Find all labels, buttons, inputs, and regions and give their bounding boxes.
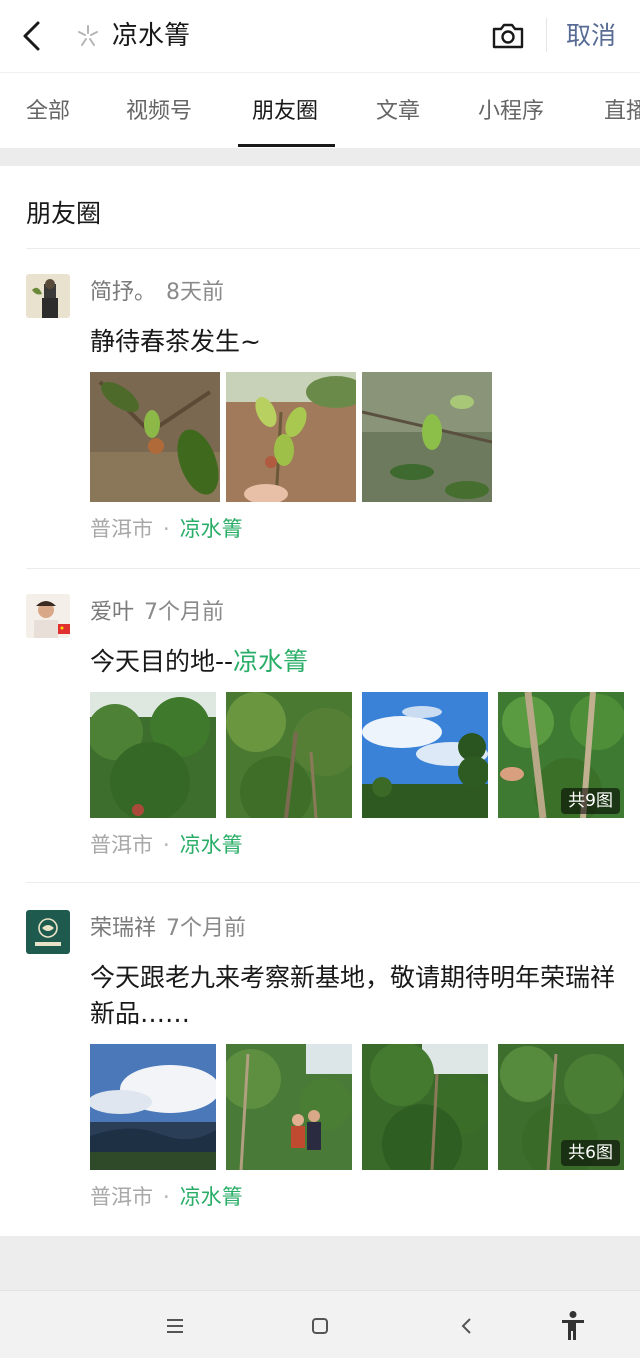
location-separator: · bbox=[163, 1185, 170, 1209]
section-gap bbox=[0, 148, 640, 166]
header-divider bbox=[546, 18, 547, 52]
post-images: 共9图 bbox=[90, 692, 628, 822]
post-location: 普洱市 · 凉水箐 bbox=[90, 1182, 243, 1212]
image-count-badge: 共6图 bbox=[561, 1140, 620, 1166]
post-location: 普洱市 · 凉水箐 bbox=[90, 830, 243, 860]
post-time: 7个月前 bbox=[166, 916, 247, 941]
back-button[interactable] bbox=[12, 14, 52, 58]
post-meta: 简抒。 8天前 bbox=[90, 278, 224, 308]
place-tag[interactable]: 凉水箐 bbox=[180, 833, 243, 857]
divider bbox=[26, 568, 640, 569]
post-text-body: 静待春茶发生~ bbox=[90, 327, 261, 356]
system-back-button[interactable] bbox=[449, 1309, 483, 1343]
image-count-badge: 共9图 bbox=[561, 788, 620, 814]
location-city: 普洱市 bbox=[90, 1185, 153, 1209]
back-chevron-icon bbox=[461, 1318, 471, 1334]
post-meta: 爱叶 7个月前 bbox=[90, 598, 224, 628]
home-square-icon bbox=[312, 1318, 328, 1334]
system-nav-bar bbox=[0, 1290, 640, 1358]
tab-moments[interactable]: 朋友圈 bbox=[252, 97, 318, 127]
menu-icon bbox=[167, 1319, 183, 1333]
search-header: 凉水箐 取消 bbox=[0, 0, 640, 72]
search-icon bbox=[78, 25, 98, 46]
tab-all[interactable]: 全部 bbox=[26, 97, 70, 127]
avatar[interactable] bbox=[26, 910, 70, 954]
accessibility-icon bbox=[562, 1311, 584, 1340]
post-text-highlight: 凉水箐 bbox=[233, 647, 309, 676]
author-name[interactable]: 荣瑞祥 bbox=[90, 916, 156, 941]
post-image[interactable] bbox=[362, 1044, 492, 1174]
post-image[interactable]: 共9图 bbox=[498, 692, 628, 822]
location-separator: · bbox=[163, 833, 170, 857]
accessibility-button[interactable] bbox=[556, 1309, 590, 1343]
tab-live[interactable]: 直播 bbox=[604, 97, 640, 127]
section-title: 朋友圈 bbox=[26, 199, 102, 228]
post-image[interactable] bbox=[226, 372, 356, 502]
post-images bbox=[90, 372, 492, 502]
avatar[interactable] bbox=[26, 274, 70, 318]
tab-mini-programs[interactable]: 小程序 bbox=[478, 97, 544, 127]
cancel-button[interactable]: 取消 bbox=[566, 18, 616, 54]
post-text-body: 今天目的地-- bbox=[90, 647, 234, 676]
divider bbox=[26, 882, 640, 883]
avatar[interactable] bbox=[26, 594, 70, 638]
post-meta: 荣瑞祥 7个月前 bbox=[90, 914, 246, 944]
place-tag[interactable]: 凉水箐 bbox=[180, 1185, 243, 1209]
post-text: 今天跟老九来考察新基地，敬请期待明年荣瑞祥新品…… bbox=[90, 960, 620, 1032]
post-time: 8天前 bbox=[166, 280, 225, 305]
post-text: 静待春茶发生~ bbox=[90, 324, 620, 360]
post-location: 普洱市 · 凉水箐 bbox=[90, 514, 243, 544]
active-tab-indicator bbox=[238, 144, 335, 147]
place-tag[interactable]: 凉水箐 bbox=[180, 517, 243, 541]
post-time: 7个月前 bbox=[144, 600, 225, 625]
home-button[interactable] bbox=[303, 1309, 337, 1343]
location-city: 普洱市 bbox=[90, 517, 153, 541]
post-images: 共6图 bbox=[90, 1044, 628, 1174]
category-tabs: 全部 视频号 朋友圈 文章 小程序 直播 bbox=[0, 72, 640, 148]
tab-channels[interactable]: 视频号 bbox=[126, 97, 192, 127]
post-image[interactable] bbox=[226, 692, 356, 822]
post-text-body: 今天跟老九来考察新基地，敬请期待明年荣瑞祥新品…… bbox=[90, 963, 616, 1028]
post-image[interactable] bbox=[362, 692, 492, 822]
tab-articles[interactable]: 文章 bbox=[376, 97, 420, 127]
post-image[interactable]: 共6图 bbox=[498, 1044, 628, 1174]
post-image[interactable] bbox=[90, 1044, 220, 1174]
post-text: 今天目的地--凉水箐 bbox=[90, 644, 620, 680]
post-image[interactable] bbox=[90, 372, 220, 502]
camera-icon bbox=[492, 23, 524, 49]
post-image[interactable] bbox=[362, 372, 492, 502]
location-city: 普洱市 bbox=[90, 833, 153, 857]
post-image[interactable] bbox=[90, 692, 220, 822]
back-arrow-icon bbox=[23, 21, 40, 51]
divider bbox=[26, 248, 640, 249]
author-name[interactable]: 爱叶 bbox=[90, 600, 134, 625]
moments-results: 朋友圈 简抒。 8天前 静待春茶发生~ 普洱市 · 凉水箐 爱叶 7个月前 今天… bbox=[0, 166, 640, 1236]
post-image[interactable] bbox=[226, 1044, 356, 1174]
menu-button[interactable] bbox=[158, 1309, 192, 1343]
location-separator: · bbox=[163, 517, 170, 541]
author-name[interactable]: 简抒。 bbox=[90, 280, 156, 305]
search-query[interactable]: 凉水箐 bbox=[112, 18, 190, 54]
camera-button[interactable] bbox=[488, 16, 528, 56]
